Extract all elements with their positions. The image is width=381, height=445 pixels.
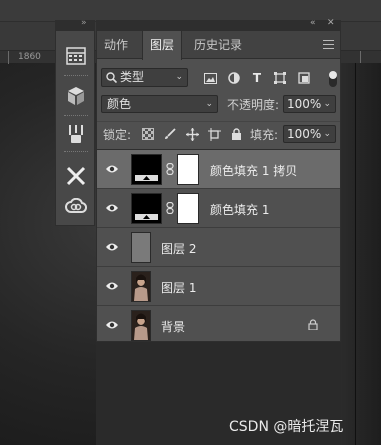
- opacity-value: 100%: [287, 97, 322, 111]
- lock-position-icon[interactable]: [185, 127, 199, 141]
- adjustment-layer-filter-icon[interactable]: [227, 71, 241, 85]
- pixel-layer-filter-icon[interactable]: [203, 71, 217, 85]
- chevron-down-icon: ⌄: [323, 129, 331, 139]
- blend-mode-select[interactable]: 颜色 ⌄: [101, 95, 218, 113]
- ruler-tick-label: 1860: [18, 52, 41, 62]
- libraries-button[interactable]: [62, 193, 90, 219]
- layer-mask-thumbnail[interactable]: [177, 154, 199, 185]
- swatches-icon: [66, 47, 86, 65]
- lock-icon: [308, 319, 318, 330]
- filter-type-value: 类型: [120, 70, 145, 84]
- chevron-down-icon: ⌄: [323, 99, 331, 109]
- layers-list: 颜色填充 1 拷贝 颜色填充 1 图层 2 图层 1 背景: [97, 149, 340, 345]
- ruler-tick: [8, 51, 9, 64]
- creative-cloud-icon: [65, 198, 87, 213]
- layer-thumbnail[interactable]: [131, 232, 151, 263]
- visibility-eye-icon[interactable]: [105, 280, 119, 292]
- layer-row[interactable]: 图层 1: [97, 267, 340, 306]
- lock-artboard-icon[interactable]: [207, 127, 221, 141]
- photo-thumbnail[interactable]: [131, 310, 151, 341]
- fill-layer-thumbnail[interactable]: [131, 154, 162, 185]
- chevron-down-icon: ⌄: [205, 99, 213, 109]
- visibility-eye-icon[interactable]: [105, 319, 119, 331]
- canvas-right-edge: [341, 63, 381, 445]
- search-icon: [106, 72, 117, 83]
- tab-history[interactable]: 历史记录: [187, 31, 249, 59]
- portrait-photo-icon: [132, 272, 150, 301]
- hamburger-menu-icon[interactable]: [323, 40, 334, 49]
- lock-row: 锁定: 填充: 100% ⌄: [97, 121, 340, 143]
- layer-filter-row: 类型 ⌄ T: [97, 65, 340, 89]
- 3d-cube-icon: [68, 87, 84, 105]
- link-chain-icon[interactable]: [166, 202, 174, 214]
- smart-object-filter-icon[interactable]: [297, 71, 311, 85]
- layer-row[interactable]: 颜色填充 1: [97, 189, 340, 228]
- brush-settings-button[interactable]: [62, 121, 90, 147]
- blend-mode-value: 颜色: [107, 97, 132, 111]
- shape-layer-filter-icon[interactable]: [273, 71, 287, 85]
- fill-label: 填充:: [250, 128, 279, 142]
- layer-name: 背景: [161, 320, 186, 334]
- fill-field[interactable]: 100% ⌄: [283, 125, 336, 143]
- visibility-eye-icon[interactable]: [105, 202, 119, 214]
- opacity-label: 不透明度:: [227, 98, 280, 112]
- lock-image-pixels-icon[interactable]: [163, 127, 177, 141]
- divider: [64, 151, 88, 153]
- tab-actions[interactable]: 动作: [97, 31, 135, 59]
- lock-all-icon[interactable]: [229, 127, 243, 141]
- fill-layer-thumbnail[interactable]: [131, 193, 162, 224]
- layer-name: 颜色填充 1: [210, 203, 270, 217]
- double-chevron-right-icon[interactable]: »: [81, 18, 87, 28]
- tool-strip-header: »: [55, 18, 95, 30]
- layer-row[interactable]: 图层 2: [97, 228, 340, 267]
- 3d-panel-button[interactable]: [62, 83, 90, 109]
- layer-name: 图层 2: [161, 242, 197, 256]
- tool-presets-button[interactable]: [62, 163, 90, 189]
- layer-name: 颜色填充 1 拷贝: [210, 164, 298, 178]
- divider: [64, 115, 88, 117]
- layer-mask-thumbnail[interactable]: [177, 193, 199, 224]
- lock-transparent-pixels-icon[interactable]: [141, 127, 155, 141]
- close-icon[interactable]: ✕: [327, 18, 335, 28]
- brushes-icon: [69, 125, 83, 143]
- double-chevron-left-icon[interactable]: «: [310, 18, 316, 28]
- layer-name: 图层 1: [161, 281, 197, 295]
- panel-tabs: 动作 图层 历史记录: [97, 31, 340, 60]
- tab-layers[interactable]: 图层: [142, 31, 183, 60]
- panel-header: « ✕: [96, 18, 341, 30]
- tool-presets-icon: [66, 166, 86, 186]
- chevron-down-icon: ⌄: [175, 72, 183, 82]
- blend-row: 颜色 ⌄ 不透明度: 100% ⌄: [97, 93, 340, 115]
- filter-type-select[interactable]: 类型 ⌄: [101, 68, 188, 87]
- photo-thumbnail[interactable]: [131, 271, 151, 302]
- visibility-eye-icon[interactable]: [105, 163, 119, 175]
- lock-label: 锁定:: [103, 128, 132, 142]
- opacity-field[interactable]: 100% ⌄: [283, 95, 336, 113]
- visibility-eye-icon[interactable]: [105, 241, 119, 253]
- type-layer-filter-icon[interactable]: T: [250, 71, 264, 85]
- layer-row[interactable]: 背景: [97, 306, 340, 345]
- layer-row[interactable]: 颜色填充 1 拷贝: [97, 150, 340, 189]
- collapsed-panel-strip: [55, 30, 95, 226]
- swatches-panel-button[interactable]: [62, 43, 90, 69]
- fill-value: 100%: [287, 127, 322, 141]
- watermark-text: CSDN @暗托涅瓦: [229, 419, 344, 435]
- layers-panel: 动作 图层 历史记录 类型 ⌄ T 颜色 ⌄ 不透明度: 100% ⌄ 锁定: …: [96, 30, 341, 345]
- fill-adjust-icon: [135, 175, 158, 181]
- fill-adjust-icon: [135, 214, 158, 220]
- filter-toggle[interactable]: [329, 71, 337, 87]
- portrait-photo-icon: [132, 311, 150, 340]
- link-chain-icon[interactable]: [166, 163, 174, 175]
- divider: [64, 75, 88, 77]
